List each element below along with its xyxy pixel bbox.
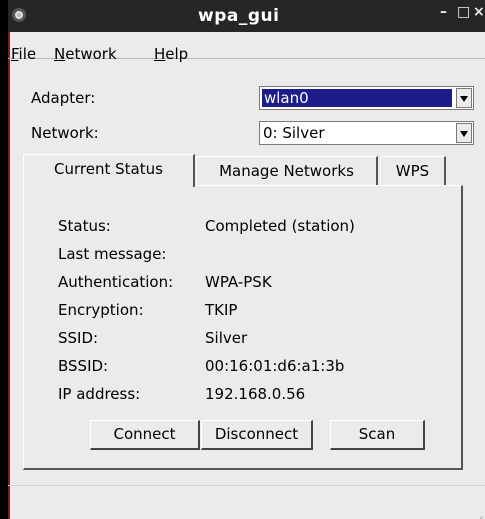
adapter-value: wlan0 bbox=[262, 89, 452, 107]
close-button[interactable]: × bbox=[473, 4, 485, 20]
encryption-value: TKIP bbox=[205, 301, 238, 319]
minimize-button[interactable]: – bbox=[440, 4, 447, 20]
wpa-gui-window: wpa_gui – □ × File Network Help Adapter:… bbox=[8, 0, 485, 519]
chevron-down-icon[interactable] bbox=[456, 88, 472, 108]
last-message-label: Last message: bbox=[58, 245, 167, 263]
chevron-down-icon[interactable] bbox=[456, 123, 472, 143]
ssid-value: Silver bbox=[205, 329, 248, 347]
ip-address-value: 192.168.0.56 bbox=[205, 385, 306, 403]
menu-help[interactable]: Help bbox=[154, 45, 188, 63]
ip-address-label: IP address: bbox=[58, 385, 141, 403]
scan-button[interactable]: Scan bbox=[330, 420, 425, 450]
network-label: Network: bbox=[31, 124, 99, 142]
authentication-value: WPA-PSK bbox=[205, 273, 272, 291]
ssid-label: SSID: bbox=[58, 329, 99, 347]
window-title: wpa_gui bbox=[198, 6, 280, 26]
window-left-edge bbox=[8, 0, 10, 519]
menu-bar: File Network Help bbox=[8, 34, 485, 63]
maximize-button[interactable]: □ bbox=[457, 4, 470, 20]
bssid-label: BSSID: bbox=[58, 357, 109, 375]
authentication-label: Authentication: bbox=[58, 273, 174, 291]
menu-network[interactable]: Network bbox=[54, 45, 117, 63]
menu-file[interactable]: File bbox=[11, 45, 36, 63]
tab-current-status[interactable]: Current Status bbox=[23, 154, 195, 187]
tab-manage-networks[interactable]: Manage Networks bbox=[196, 156, 378, 186]
adapter-select[interactable]: wlan0 bbox=[259, 86, 474, 110]
adapter-label: Adapter: bbox=[31, 89, 96, 107]
bssid-value: 00:16:01:d6:a1:3b bbox=[205, 357, 345, 375]
network-value: 0: Silver bbox=[263, 124, 325, 142]
status-value: Completed (station) bbox=[205, 217, 355, 235]
connect-button[interactable]: Connect bbox=[90, 420, 200, 450]
resize-grip-icon[interactable] bbox=[473, 507, 483, 517]
tab-wps[interactable]: WPS bbox=[380, 156, 446, 186]
encryption-label: Encryption: bbox=[58, 301, 144, 319]
network-select[interactable]: 0: Silver bbox=[259, 121, 474, 145]
disconnect-button[interactable]: Disconnect bbox=[201, 420, 313, 450]
title-bar[interactable]: wpa_gui – □ × bbox=[8, 0, 485, 32]
status-bar bbox=[8, 485, 485, 486]
status-label: Status: bbox=[58, 217, 111, 235]
app-icon[interactable] bbox=[12, 8, 26, 22]
